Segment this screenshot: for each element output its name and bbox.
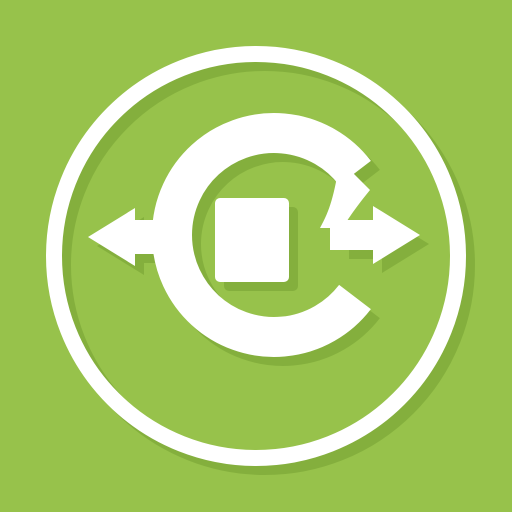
center-square [215, 198, 289, 282]
app-icon [0, 0, 512, 512]
sync-transfer-icon [0, 0, 512, 512]
